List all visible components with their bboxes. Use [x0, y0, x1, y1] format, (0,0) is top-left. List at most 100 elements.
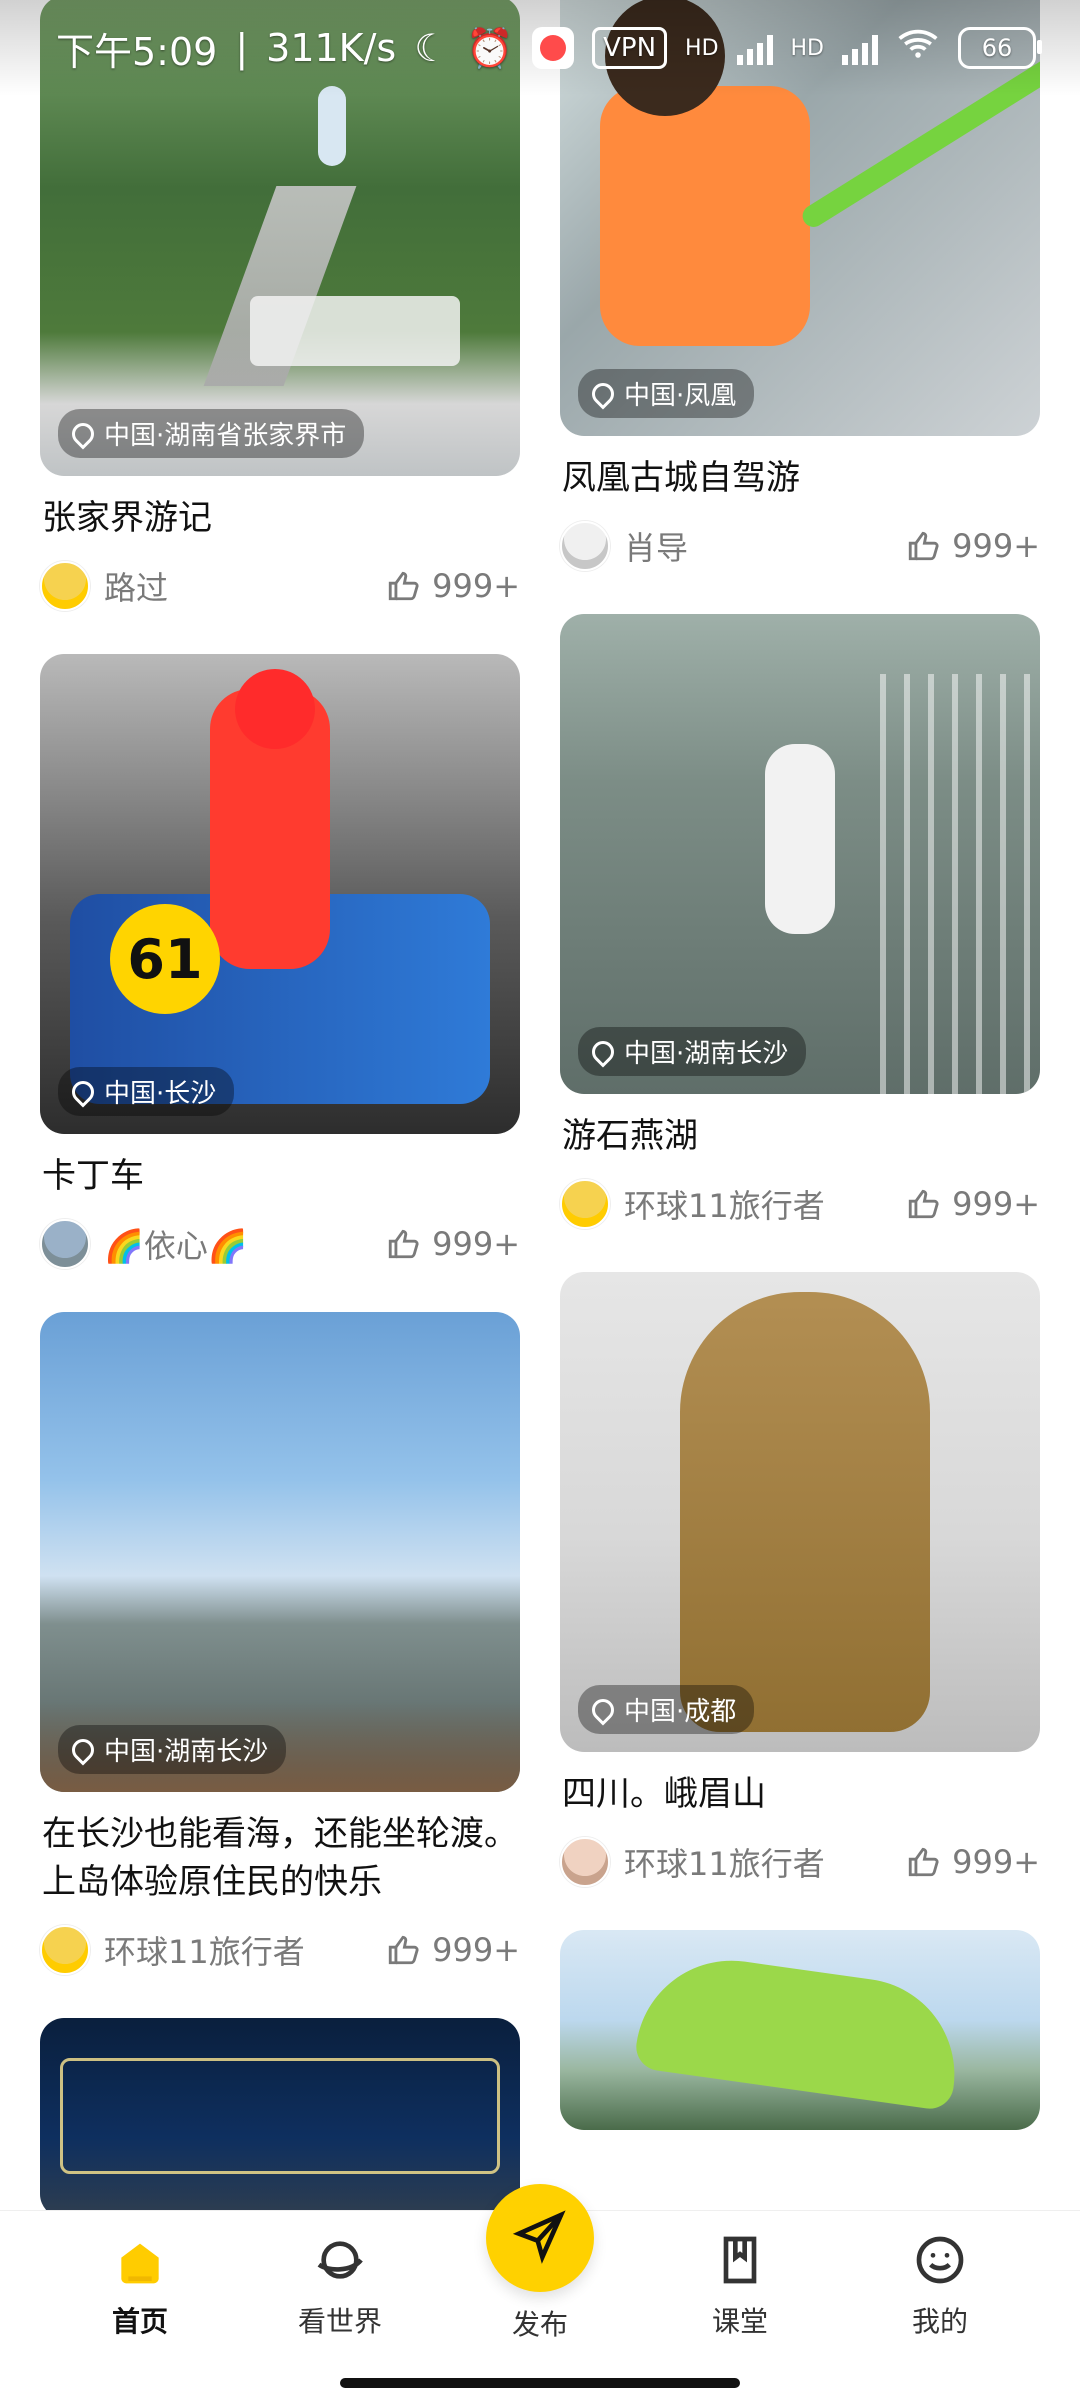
status-left: 下午5:09 | 311K/s ☾ ⏰	[56, 21, 574, 76]
nav-classroom[interactable]: 课堂	[660, 2232, 820, 2340]
post-image[interactable]: 中国·成都	[560, 1272, 1040, 1752]
travel-feed[interactable]: 中国·湖南省张家界市 张家界游记 路过 999+ 61 中国·长沙 卡丁车 🌈依…	[0, 0, 1080, 2210]
post-card[interactable]	[560, 1930, 1040, 2130]
signal-bars-icon	[736, 31, 773, 65]
thumbs-up-icon[interactable]	[386, 1933, 420, 1967]
post-meta: 环球11旅行者 999+	[560, 1832, 1040, 1892]
nav-profile[interactable]: 我的	[860, 2232, 1020, 2340]
like-button[interactable]: 999+	[906, 527, 1040, 565]
author-name[interactable]: 路过	[104, 563, 168, 609]
thumbs-up-icon[interactable]	[906, 1845, 940, 1879]
status-bar: 下午5:09 | 311K/s ☾ ⏰ VPN HD HD 66	[0, 0, 1080, 96]
vpn-indicator: VPN	[592, 27, 668, 69]
author-name[interactable]: 环球11旅行者	[624, 1839, 825, 1885]
location-tag: 中国·凤凰	[578, 369, 755, 418]
smile-icon[interactable]	[912, 2232, 968, 2288]
author[interactable]: 环球11旅行者	[560, 1179, 825, 1229]
decorative-banner-graphic	[60, 2058, 500, 2174]
author-name[interactable]: 肖导	[624, 523, 688, 569]
location-pin-icon	[587, 377, 619, 410]
post-card[interactable]	[40, 2018, 520, 2210]
like-button[interactable]: 999+	[386, 1225, 520, 1263]
nav-label: 首页	[111, 2304, 168, 2338]
location-text: 中国·成都	[624, 1697, 737, 1727]
avatar[interactable]	[40, 561, 90, 611]
location-tag: 中国·成都	[578, 1685, 755, 1734]
publish-label[interactable]: 发布	[500, 2303, 580, 2343]
like-button[interactable]: 999+	[906, 1843, 1040, 1881]
like-count: 999+	[952, 527, 1040, 565]
book-icon[interactable]	[712, 2232, 768, 2288]
like-count: 999+	[432, 567, 520, 605]
network-speed: 311K/s	[266, 26, 397, 70]
post-card[interactable]: 中国·成都 四川。峨眉山 环球11旅行者 999+	[560, 1272, 1040, 1892]
location-pin-icon	[67, 417, 99, 450]
location-text: 中国·凤凰	[624, 381, 737, 411]
thumbs-up-icon[interactable]	[386, 1227, 420, 1261]
kart-number-graphic: 61	[110, 904, 220, 1014]
alarm-clock-icon: ⏰	[466, 25, 514, 70]
avatar[interactable]	[560, 1837, 610, 1887]
post-image[interactable]: 中国·湖南长沙	[40, 1312, 520, 1792]
author-name[interactable]: 🌈依心🌈	[104, 1221, 248, 1267]
author[interactable]: 路过	[40, 561, 168, 611]
like-button[interactable]: 999+	[906, 1185, 1040, 1223]
location-tag: 中国·湖南省张家界市	[58, 409, 365, 458]
avatar[interactable]	[40, 1925, 90, 1975]
home-icon[interactable]	[112, 2232, 168, 2288]
location-text: 中国·湖南省张家界市	[104, 421, 347, 451]
status-right: VPN HD HD 66	[592, 26, 1042, 70]
post-meta: 路过 999+	[40, 556, 520, 616]
post-image[interactable]: 中国·湖南长沙	[560, 614, 1040, 1094]
post-meta: 环球11旅行者 999+	[560, 1174, 1040, 1234]
location-pin-icon	[587, 1035, 619, 1068]
status-time: 下午5:09	[56, 29, 218, 74]
home-indicator[interactable]	[340, 2378, 740, 2388]
post-image[interactable]	[560, 1930, 1040, 2130]
post-image[interactable]	[40, 2018, 520, 2210]
like-count: 999+	[432, 1931, 520, 1969]
post-card[interactable]: 中国·湖南长沙 在长沙也能看海，还能坐轮渡。上岛体验原住民的快乐 环球11旅行者	[40, 1312, 520, 1980]
publish-button[interactable]	[486, 2184, 594, 2292]
nav-label: 看世界	[297, 2304, 382, 2338]
author[interactable]: 环球11旅行者	[560, 1837, 825, 1887]
post-card[interactable]: 61 中国·长沙 卡丁车 🌈依心🌈 999+	[40, 654, 520, 1274]
feed-column-right: 中国·凤凰 凤凰古城自驾游 肖导 999+ 中国·湖南长沙 游石燕湖 环球11旅…	[560, 0, 1040, 2168]
author-name[interactable]: 环球11旅行者	[104, 1927, 305, 1973]
avatar[interactable]	[560, 521, 610, 571]
post-title[interactable]: 游石燕湖	[562, 1112, 1038, 1160]
nav-home[interactable]: 首页	[60, 2232, 220, 2340]
post-image[interactable]: 61 中国·长沙	[40, 654, 520, 1134]
location-pin-icon	[587, 1693, 619, 1726]
hd-indicator: HD	[685, 35, 719, 61]
avatar[interactable]	[560, 1179, 610, 1229]
location-text: 中国·湖南长沙	[624, 1039, 789, 1069]
location-tag: 中国·湖南长沙	[58, 1725, 287, 1774]
post-title[interactable]: 卡丁车	[42, 1152, 518, 1200]
post-title[interactable]: 四川。峨眉山	[562, 1770, 1038, 1818]
like-button[interactable]: 999+	[386, 1931, 520, 1969]
notification-app-icon	[531, 27, 574, 69]
nav-label: 课堂	[711, 2304, 768, 2338]
like-button[interactable]: 999+	[386, 567, 520, 605]
thumbs-up-icon[interactable]	[906, 529, 940, 563]
do-not-disturb-moon-icon: ☾	[414, 26, 449, 70]
post-title[interactable]: 张家界游记	[42, 494, 518, 542]
planet-icon[interactable]	[312, 2232, 368, 2288]
post-title[interactable]: 在长沙也能看海，还能坐轮渡。上岛体验原住民的快乐	[42, 1810, 518, 1906]
avatar[interactable]	[40, 1219, 90, 1269]
author-name[interactable]: 环球11旅行者	[624, 1181, 825, 1227]
thumbs-up-icon[interactable]	[386, 569, 420, 603]
like-count: 999+	[952, 1843, 1040, 1881]
post-title[interactable]: 凤凰古城自驾游	[562, 454, 1038, 502]
post-card[interactable]: 中国·湖南长沙 游石燕湖 环球11旅行者 999+	[560, 614, 1040, 1234]
thumbs-up-icon[interactable]	[906, 1187, 940, 1221]
author[interactable]: 🌈依心🌈	[40, 1219, 248, 1269]
status-divider: |	[235, 26, 249, 70]
nav-explore[interactable]: 看世界	[260, 2232, 420, 2340]
like-count: 999+	[952, 1185, 1040, 1223]
author[interactable]: 肖导	[560, 521, 688, 571]
location-tag: 中国·长沙	[58, 1067, 235, 1116]
paper-plane-icon[interactable]	[512, 2208, 568, 2268]
author[interactable]: 环球11旅行者	[40, 1925, 305, 1975]
